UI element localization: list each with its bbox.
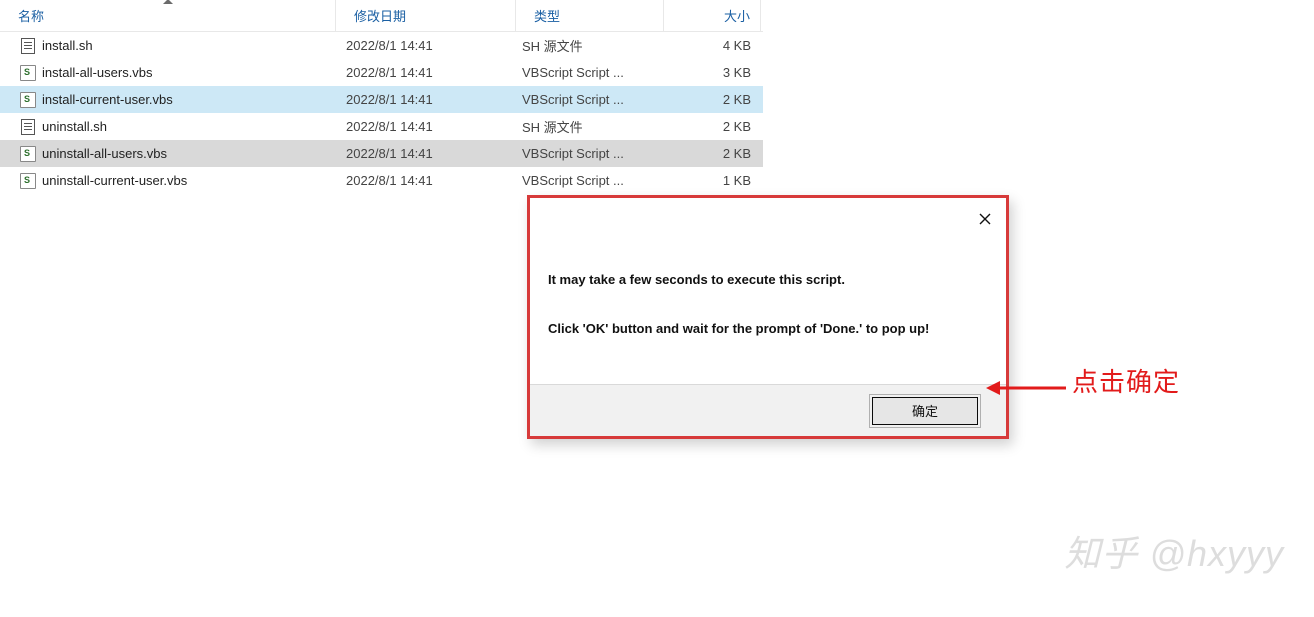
file-name-cell: uninstall-all-users.vbs: [0, 140, 336, 167]
column-header-name-label: 名称: [18, 6, 44, 25]
file-row[interactable]: install-current-user.vbs 2022/8/1 14:41VB…: [0, 86, 763, 113]
close-button[interactable]: [972, 206, 998, 232]
file-size-cell: 3 KB: [664, 59, 761, 86]
file-date-cell: 2022/8/1 14:41: [336, 59, 516, 86]
dialog-line-1: It may take a few seconds to execute thi…: [548, 268, 988, 293]
file-name-label: install.sh: [42, 38, 93, 53]
vbs-file-icon: [20, 146, 36, 162]
dialog-footer: 确定: [530, 384, 1006, 436]
annotation-text: 点击确定: [1072, 362, 1180, 399]
vbs-file-icon: [20, 173, 36, 189]
file-name-label: uninstall.sh: [42, 119, 107, 134]
close-icon: [979, 213, 991, 225]
file-name-label: install-current-user.vbs: [42, 92, 173, 107]
column-header-type-label: 类型: [534, 6, 560, 25]
file-type-cell: VBScript Script ...: [516, 167, 664, 194]
dialog-message: It may take a few seconds to execute thi…: [548, 268, 988, 342]
file-type-cell: VBScript Script ...: [516, 59, 664, 86]
file-name-cell: install-current-user.vbs: [0, 86, 336, 113]
file-name-cell: install.sh: [0, 32, 336, 59]
file-date-cell: 2022/8/1 14:41: [336, 32, 516, 59]
file-name-label: uninstall-all-users.vbs: [42, 146, 167, 161]
file-name-cell: uninstall.sh: [0, 113, 336, 140]
vbs-file-icon: [20, 65, 36, 81]
file-size-cell: 2 KB: [664, 113, 761, 140]
sort-ascending-icon: [163, 0, 173, 4]
column-header-size[interactable]: 大小: [664, 0, 761, 31]
file-size-cell: 2 KB: [664, 140, 761, 167]
watermark-text: 知乎 @hxyyy: [1064, 525, 1284, 577]
file-type-cell: VBScript Script ...: [516, 86, 664, 113]
sh-file-icon: [20, 119, 36, 135]
file-list: 名称 修改日期 类型 大小 install.sh2022/8/1 14:41SH…: [0, 0, 763, 194]
file-name-label: uninstall-current-user.vbs: [42, 173, 187, 188]
column-header-row: 名称 修改日期 类型 大小: [0, 0, 763, 32]
file-type-cell: SH 源文件: [516, 113, 664, 140]
column-header-name[interactable]: 名称: [0, 0, 336, 31]
column-header-type[interactable]: 类型: [516, 0, 664, 31]
file-date-cell: 2022/8/1 14:41: [336, 113, 516, 140]
file-size-cell: 4 KB: [664, 32, 761, 59]
file-date-cell: 2022/8/1 14:41: [336, 167, 516, 194]
file-date-cell: 2022/8/1 14:41: [336, 86, 516, 113]
file-type-cell: SH 源文件: [516, 32, 664, 59]
column-header-size-label: 大小: [724, 6, 750, 25]
file-size-cell: 2 KB: [664, 86, 761, 113]
file-type-cell: VBScript Script ...: [516, 140, 664, 167]
file-name-cell: uninstall-current-user.vbs: [0, 167, 336, 194]
file-row[interactable]: uninstall.sh 2022/8/1 14:41SH 源文件2 KB: [0, 113, 763, 140]
sh-file-icon: [20, 38, 36, 54]
file-name-label: install-all-users.vbs: [42, 65, 153, 80]
file-row[interactable]: uninstall-all-users.vbs 2022/8/1 14:41VBS…: [0, 140, 763, 167]
file-row[interactable]: uninstall-current-user.vbs 2022/8/1 14:41…: [0, 167, 763, 194]
vbs-file-icon: [20, 92, 36, 108]
file-size-cell: 1 KB: [664, 167, 761, 194]
dialog-line-2: Click 'OK' button and wait for the promp…: [548, 317, 988, 342]
file-date-cell: 2022/8/1 14:41: [336, 140, 516, 167]
column-header-date[interactable]: 修改日期: [336, 0, 516, 31]
script-dialog: It may take a few seconds to execute thi…: [527, 195, 1009, 439]
file-row[interactable]: install-all-users.vbs 2022/8/1 14:41VBScr…: [0, 59, 763, 86]
column-header-date-label: 修改日期: [354, 6, 406, 25]
file-name-cell: install-all-users.vbs: [0, 59, 336, 86]
ok-button[interactable]: 确定: [872, 397, 978, 425]
file-rows-container: install.sh2022/8/1 14:41SH 源文件4 KBinstal…: [0, 32, 763, 194]
file-row[interactable]: install.sh 2022/8/1 14:41SH 源文件4 KB: [0, 32, 763, 59]
